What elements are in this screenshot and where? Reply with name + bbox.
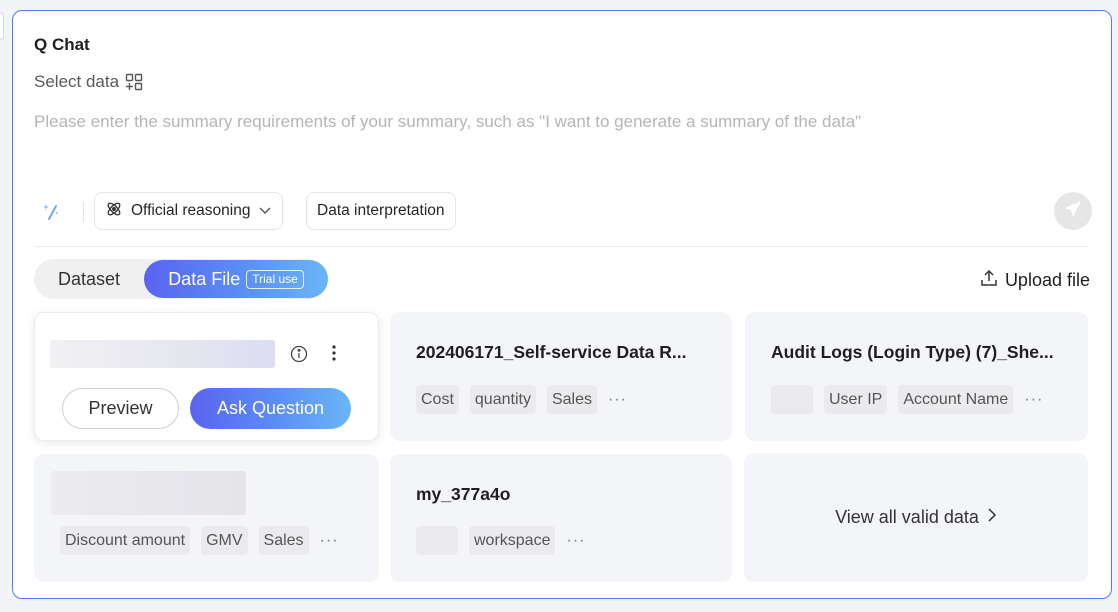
data-file-card[interactable]: Discount amount GMV Sales ··· bbox=[34, 454, 379, 582]
ask-question-button[interactable]: Ask Question bbox=[190, 388, 351, 429]
select-data-button[interactable]: Select data bbox=[34, 72, 143, 92]
more-fields-ellipsis: ··· bbox=[566, 531, 586, 549]
data-file-card[interactable]: 202406171_Self-service Data R... Cost qu… bbox=[390, 312, 732, 441]
chevron-down-icon bbox=[258, 202, 272, 220]
field-tag: Discount amount bbox=[60, 526, 191, 555]
upload-label: Upload file bbox=[1004, 270, 1090, 290]
more-options-icon[interactable] bbox=[331, 344, 337, 367]
section-divider bbox=[34, 246, 1088, 247]
field-tags: User IP Account Name ··· bbox=[771, 385, 1043, 414]
more-fields-ellipsis: ··· bbox=[1024, 390, 1044, 408]
upload-file-button[interactable]: Upload file bbox=[980, 269, 1090, 292]
collapsed-side-tab[interactable] bbox=[0, 12, 4, 40]
preview-button[interactable]: Preview bbox=[62, 388, 179, 429]
chevron-right-icon bbox=[987, 507, 997, 528]
interpretation-label: Data interpretation bbox=[317, 202, 445, 219]
file-name: my_377a4o bbox=[416, 484, 511, 504]
trial-badge: Trial use bbox=[246, 269, 304, 289]
redacted-field-tag bbox=[416, 526, 458, 555]
field-tags: workspace ··· bbox=[416, 526, 585, 555]
field-tag: Sales bbox=[258, 526, 309, 555]
more-fields-ellipsis: ··· bbox=[607, 390, 627, 408]
view-all-valid-data[interactable]: View all valid data bbox=[744, 453, 1088, 582]
redacted-file-name bbox=[50, 340, 275, 368]
file-name: Audit Logs (Login Type) (7)_She... bbox=[771, 342, 1054, 362]
data-file-card[interactable]: my_377a4o workspace ··· bbox=[390, 454, 732, 582]
tab-dataset[interactable]: Dataset bbox=[34, 259, 144, 299]
upload-icon bbox=[980, 269, 998, 292]
field-tags: Cost quantity Sales ··· bbox=[416, 385, 627, 414]
file-name: 202406171_Self-service Data R... bbox=[416, 342, 687, 362]
magic-wand-icon[interactable] bbox=[40, 200, 62, 227]
redacted-file-name bbox=[51, 471, 246, 515]
field-tag: Sales bbox=[546, 385, 597, 414]
field-tag: GMV bbox=[201, 526, 248, 555]
redacted-field-tag bbox=[771, 385, 813, 414]
view-all-label: View all valid data bbox=[835, 507, 979, 527]
data-file-card[interactable]: Preview Ask Question bbox=[34, 312, 379, 441]
grid-add-icon bbox=[125, 73, 143, 91]
data-file-card[interactable]: Audit Logs (Login Type) (7)_She... User … bbox=[745, 312, 1088, 441]
field-tag: Account Name bbox=[898, 385, 1014, 414]
data-interpretation-chip[interactable]: Data interpretation bbox=[306, 192, 456, 230]
toolbar-divider bbox=[83, 202, 84, 222]
more-fields-ellipsis: ··· bbox=[319, 531, 339, 549]
atom-icon bbox=[105, 200, 123, 223]
source-tabs: Dataset Data File Trial use bbox=[34, 259, 328, 299]
field-tag: workspace bbox=[469, 526, 556, 555]
composer-toolbar: Official reasoning Data interpretation bbox=[34, 192, 1092, 232]
send-icon bbox=[1063, 199, 1083, 224]
view-all-link[interactable]: View all valid data bbox=[744, 453, 1088, 582]
field-tag: Cost bbox=[416, 385, 459, 414]
field-tag: quantity bbox=[469, 385, 536, 414]
q-chat-panel: Q Chat Select data Please enter the summ… bbox=[12, 10, 1112, 599]
field-tag: User IP bbox=[824, 385, 888, 414]
reasoning-dropdown[interactable]: Official reasoning bbox=[94, 192, 284, 230]
send-button[interactable] bbox=[1054, 192, 1092, 230]
tab-data-file[interactable]: Data File Trial use bbox=[144, 260, 328, 298]
reasoning-label: Official reasoning bbox=[131, 202, 251, 219]
info-icon[interactable] bbox=[290, 345, 308, 368]
prompt-input[interactable]: Please enter the summary requirements of… bbox=[34, 112, 861, 132]
panel-title: Q Chat bbox=[34, 35, 90, 54]
tab-data-file-label: Data File bbox=[168, 268, 241, 289]
field-tags: Discount amount GMV Sales ··· bbox=[60, 526, 339, 555]
select-data-label: Select data bbox=[34, 72, 120, 91]
